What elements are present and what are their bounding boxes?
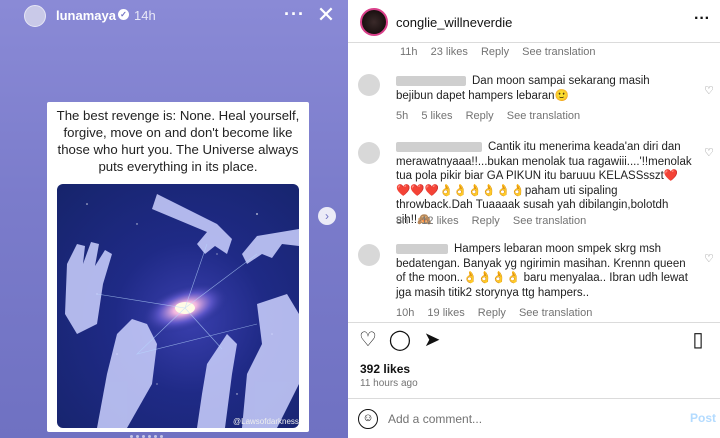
- avatar[interactable]: [358, 142, 380, 164]
- more-options-icon[interactable]: ···: [694, 10, 710, 28]
- comment-time: 5h: [396, 110, 409, 122]
- comment-text: Cantik itu menerima keada'an diri dan me…: [396, 141, 692, 226]
- post-author-avatar[interactable]: [360, 8, 388, 36]
- reply-button[interactable]: Reply: [466, 110, 494, 122]
- comment-meta: 11h 23 likes Reply See translation: [400, 46, 606, 58]
- comment-likes[interactable]: 5 likes: [421, 110, 452, 122]
- art-credit: @Lawsofdarkness: [233, 417, 299, 426]
- reply-button[interactable]: Reply: [472, 215, 500, 227]
- avatar[interactable]: [358, 244, 380, 266]
- action-bar: ♡ ◯ ➤ ▯: [348, 322, 720, 358]
- close-icon[interactable]: ✕: [314, 3, 338, 27]
- post-panel: conglie_willneverdie ··· 11h 23 likes Re…: [348, 0, 720, 438]
- share-icon[interactable]: ➤: [420, 328, 444, 352]
- avatar[interactable]: [358, 74, 380, 96]
- more-options-icon[interactable]: ···: [284, 4, 305, 25]
- comment-text: Hampers lebaran moon smpek skrg msh beda…: [396, 243, 688, 299]
- post-timestamp: 11 hours ago: [360, 378, 418, 389]
- see-translation-link[interactable]: See translation: [507, 110, 580, 122]
- see-translation-link[interactable]: See translation: [522, 46, 595, 58]
- comment-icon[interactable]: ◯: [388, 328, 412, 352]
- add-comment-bar: ☺ Post: [348, 398, 720, 438]
- like-heart-icon[interactable]: ♡: [704, 252, 714, 265]
- see-translation-link[interactable]: See translation: [513, 215, 586, 227]
- story-avatar[interactable]: [24, 5, 46, 27]
- add-comment-input[interactable]: [388, 409, 668, 429]
- header-divider: [348, 42, 720, 43]
- next-story-button[interactable]: ›: [318, 207, 336, 225]
- like-heart-icon[interactable]: ♡: [704, 84, 714, 97]
- post-button[interactable]: Post: [690, 411, 716, 425]
- post-author-username[interactable]: conglie_willneverdie: [396, 15, 512, 30]
- quote-text: The best revenge is: None. Heal yourself…: [56, 108, 300, 174]
- emoji-icon[interactable]: ☺: [358, 409, 378, 429]
- comment-likes[interactable]: 19 likes: [427, 307, 464, 319]
- like-heart-icon[interactable]: ♡: [356, 328, 380, 352]
- comment-time: 11h: [400, 46, 418, 58]
- reply-button[interactable]: Reply: [481, 46, 509, 58]
- story-viewer: lunamaya ✓ 14h ··· ✕ The best revenge is…: [0, 0, 348, 438]
- comment-meta: 10h 19 likes Reply See translation: [396, 307, 602, 319]
- verified-icon: ✓: [118, 9, 129, 20]
- like-heart-icon[interactable]: ♡: [704, 146, 714, 159]
- comment-meta: 8h 12 likes Reply See translation: [396, 215, 596, 227]
- story-username[interactable]: lunamaya: [56, 8, 116, 23]
- story-progress-dots: [130, 425, 166, 438]
- reply-button[interactable]: Reply: [478, 307, 506, 319]
- see-translation-link[interactable]: See translation: [519, 307, 592, 319]
- story-image: The best revenge is: None. Heal yourself…: [47, 102, 309, 432]
- story-time: 14h: [134, 8, 156, 23]
- comment-likes[interactable]: 12 likes: [421, 215, 458, 227]
- galaxy-hands-illustration: [57, 184, 299, 428]
- likes-count[interactable]: 392 likes: [360, 362, 410, 376]
- comment-time: 8h: [396, 215, 409, 227]
- comment-meta: 5h 5 likes Reply See translation: [396, 110, 590, 122]
- comment-text: Dan moon sampai sekarang masih bejibun d…: [396, 75, 650, 102]
- comment-time: 10h: [396, 307, 415, 319]
- bookmark-icon[interactable]: ▯: [686, 328, 710, 352]
- comment-likes[interactable]: 23 likes: [431, 46, 468, 58]
